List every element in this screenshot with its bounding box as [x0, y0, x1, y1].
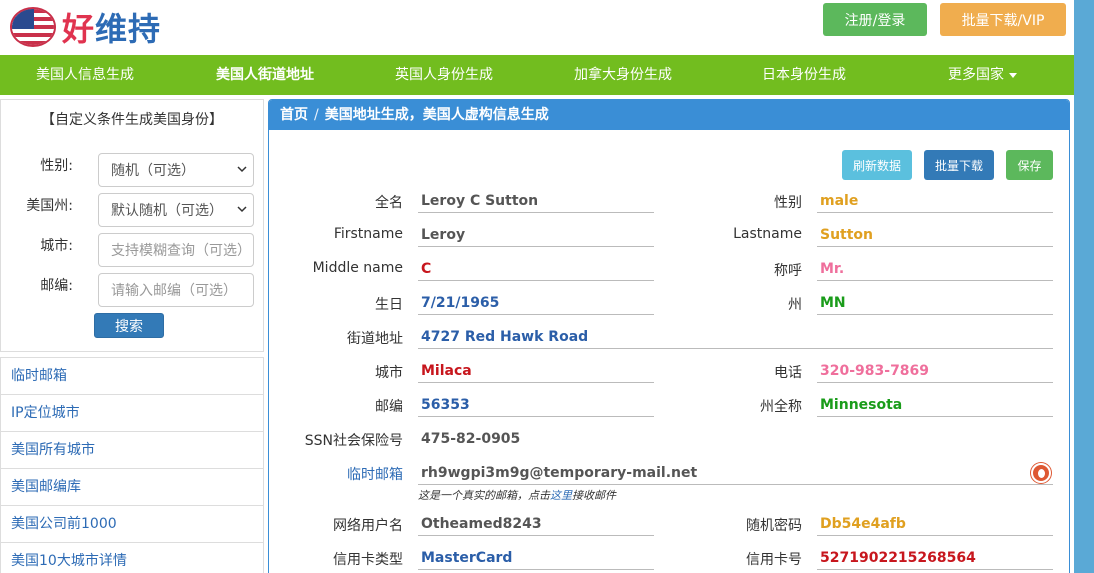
site-header: 好维持 注册/登录 批量下载/VIP [0, 0, 1074, 55]
sidebar-link-top-cities[interactable]: 美国10大城市详情 [1, 543, 263, 573]
login-button[interactable]: 注册/登录 [823, 3, 927, 36]
state-select-value: 默认随机（可选） [111, 203, 223, 219]
sidebar-link-top-companies[interactable]: 美国公司前1000 [1, 506, 263, 543]
lastname-value: Sutton [817, 223, 1053, 247]
card-type-value: MasterCard [418, 546, 654, 570]
zip-value: 56353 [418, 393, 654, 417]
middle-name-value: C [418, 257, 654, 281]
firstname-value: Leroy [418, 223, 654, 247]
city-label-main: 城市 [375, 365, 403, 381]
save-button[interactable]: 保存 [1006, 150, 1053, 180]
city-value: Milaca [418, 359, 654, 383]
gender-label-main: 性别 [774, 195, 802, 211]
sidebar-link-temp-email[interactable]: 临时邮箱 [1, 358, 263, 395]
ssn-label: SSN社会保险号 [304, 433, 403, 449]
state-full-value: Minnesota [817, 393, 1053, 417]
nav-canada-identity[interactable]: 加拿大身份生成 [574, 55, 672, 95]
state-select[interactable]: 默认随机（可选） [98, 193, 254, 227]
fullname-label: 全名 [375, 195, 403, 211]
breadcrumb-current: 美国地址生成，美国人虚构信息生成 [324, 107, 549, 123]
us-flag-icon [10, 7, 56, 47]
title-value: Mr. [817, 257, 1053, 281]
username-label: 网络用户名 [333, 518, 403, 534]
birthday-value: 7/21/1965 [418, 291, 654, 315]
fullname-value: Leroy C Sutton [418, 189, 654, 213]
birthday-label: 生日 [375, 297, 403, 313]
search-button[interactable]: 搜索 [94, 313, 164, 338]
chevron-down-icon [237, 166, 247, 173]
sidebar-link-ip-city[interactable]: IP定位城市 [1, 395, 263, 432]
logo-text: 好维持 [62, 4, 161, 50]
state-full-label: 州全称 [760, 399, 802, 415]
state-label: 美国州: [26, 198, 73, 214]
gender-select-value: 随机（可选） [111, 163, 195, 179]
title-label: 称呼 [774, 263, 802, 279]
phone-label: 电话 [774, 365, 802, 381]
state-value: MN [817, 291, 1053, 315]
gender-select[interactable]: 随机（可选） [98, 153, 254, 187]
email-note-link[interactable]: 这里 [550, 489, 572, 502]
vip-button[interactable]: 批量下载/VIP [940, 3, 1066, 36]
logo-text-hao: 好 [62, 10, 96, 48]
zip-label: 邮编: [40, 278, 73, 294]
sidebar-links: 临时邮箱 IP定位城市 美国所有城市 美国邮编库 美国公司前1000 美国10大… [0, 357, 264, 573]
city-label: 城市: [40, 238, 73, 254]
nav-more-label: 更多国家 [948, 67, 1004, 83]
nav-more-countries[interactable]: 更多国家 [948, 55, 1017, 95]
batch-download-button[interactable]: 批量下载 [924, 150, 994, 180]
phone-value: 320-983-7869 [817, 359, 1053, 383]
firstname-label: Firstname [333, 226, 403, 242]
middle-name-label: Middle name [312, 260, 403, 276]
temp-email-label[interactable]: 临时邮箱 [269, 464, 403, 484]
state-label-main: 州 [788, 297, 802, 313]
chevron-down-icon [237, 206, 247, 213]
duckduckgo-icon[interactable] [1031, 463, 1051, 483]
nav-japan-identity[interactable]: 日本身份生成 [762, 55, 846, 95]
gender-value: male [817, 189, 1053, 213]
breadcrumb-separator: / [314, 107, 319, 123]
caret-down-icon [1009, 72, 1017, 78]
page-edge-strip [1074, 0, 1094, 573]
ssn-value: 475-82-0905 [421, 431, 521, 447]
password-value: Db54e4afb [817, 512, 1053, 536]
email-note-text: 这是一个真实的邮箱，点击 [418, 489, 550, 502]
breadcrumb-home[interactable]: 首页 [280, 107, 308, 123]
card-number-label: 信用卡号 [746, 552, 802, 568]
lastname-label: Lastname [733, 226, 802, 242]
city-input[interactable]: 支持模糊查询（可选） [98, 233, 254, 267]
main-nav: 美国人信息生成 美国人街道地址 英国人身份生成 加拿大身份生成 日本身份生成 更… [0, 55, 1074, 95]
street-label: 街道地址 [347, 331, 403, 347]
email-note: 这是一个真实的邮箱，点击这里接收邮件 [418, 487, 616, 503]
password-label: 随机密码 [746, 518, 802, 534]
zip-input[interactable]: 请输入邮编（可选） [98, 273, 254, 307]
nav-us-info[interactable]: 美国人信息生成 [36, 55, 134, 95]
refresh-button[interactable]: 刷新数据 [842, 150, 912, 180]
card-type-label: 信用卡类型 [333, 552, 403, 568]
logo-text-rest: 维持 [95, 10, 162, 48]
identity-panel: 首页 / 美国地址生成，美国人虚构信息生成 刷新数据 批量下载 保存 全名 Lero… [268, 99, 1070, 573]
card-number-value: 5271902215268564 [817, 546, 1053, 570]
email-note-text-end: 接收邮件 [572, 489, 616, 502]
temp-email-value: rh9wgpi3m9g@temporary-mail.net [418, 461, 1053, 485]
street-value: 4727 Red Hawk Road [418, 325, 1053, 349]
form-title: 【自定义条件生成美国身份】 [41, 112, 223, 128]
username-value: Otheamed8243 [418, 512, 654, 536]
nav-us-address[interactable]: 美国人街道地址 [216, 55, 314, 95]
sidebar-link-zip-db[interactable]: 美国邮编库 [1, 469, 263, 506]
site-logo[interactable]: 好维持 [10, 4, 161, 50]
gender-label: 性别: [40, 158, 73, 174]
breadcrumb: 首页 / 美国地址生成，美国人虚构信息生成 [269, 100, 1069, 130]
nav-uk-identity[interactable]: 英国人身份生成 [395, 55, 493, 95]
zip-label-main: 邮编 [375, 399, 403, 415]
sidebar-link-all-cities[interactable]: 美国所有城市 [1, 432, 263, 469]
